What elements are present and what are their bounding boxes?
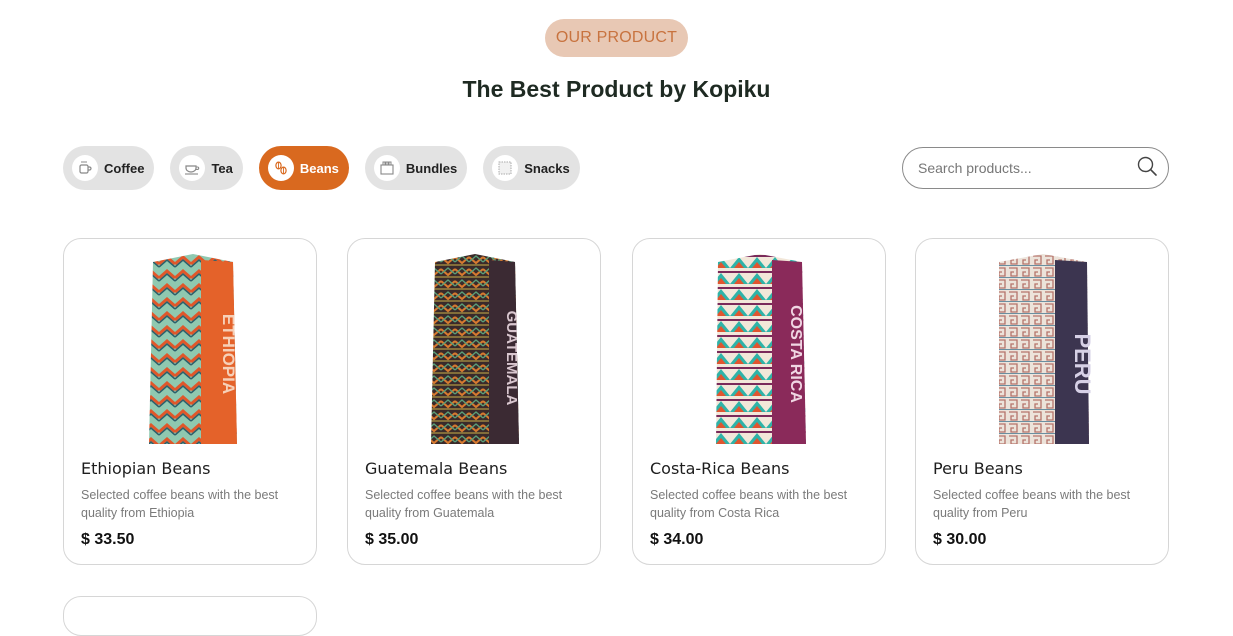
filter-tea[interactable]: Tea [170,146,243,190]
product-name[interactable]: Guatemala Beans [365,459,507,478]
product-card-next-row[interactable] [63,596,317,636]
product-card[interactable]: GUATEMALA Guatemala Beans Selected coffe… [347,238,601,565]
section-badge: OUR PRODUCT [545,19,688,57]
filter-beans-label: Beans [299,160,339,176]
filter-tea-label: Tea [211,160,233,176]
filter-bundles[interactable]: Bundles [364,146,468,190]
product-image-peru: PERU [999,254,1091,444]
bundle-box-icon [373,155,400,181]
category-filters: Coffee Tea Beans Bundles Snacks [63,146,580,190]
search-icon[interactable] [1136,155,1158,182]
bag-label: GUATEMALA [503,311,520,406]
filter-snacks[interactable]: Snacks [483,146,580,190]
filter-coffee[interactable]: Coffee [63,146,155,190]
product-name[interactable]: Ethiopian Beans [81,459,211,478]
product-image-guatemala: GUATEMALA [431,254,520,444]
page-title: The Best Product by Kopiku [462,76,771,102]
filter-bundles-label: Bundles [405,160,458,176]
filter-snacks-label: Snacks [524,160,570,176]
bag-label: PERU [1070,333,1091,394]
product-price: $ 34.00 [650,531,704,548]
product-image-costa-rica: COSTA RICA [716,254,806,444]
product-description: Selected coffee beans with the best qual… [365,488,563,520]
product-card[interactable]: COSTA RICA Costa-Rica Beans Selected cof… [632,238,886,565]
product-price: $ 30.00 [933,531,987,548]
product-card[interactable]: PERU Peru Beans Selected coffee beans wi… [915,238,1169,565]
coffee-cup-icon [72,155,98,181]
beans-icon [267,155,294,181]
search-input[interactable] [916,159,1136,177]
filter-beans[interactable]: Beans [258,146,349,190]
product-name[interactable]: Peru Beans [933,459,1023,478]
product-price: $ 33.50 [81,531,135,548]
product-description: Selected coffee beans with the best qual… [933,488,1131,520]
product-price: $ 35.00 [365,531,419,548]
teacup-icon [179,155,206,181]
filter-coffee-label: Coffee [104,160,145,176]
product-image-ethiopia: ETHIOPIA [149,254,238,444]
product-description: Selected coffee beans with the best qual… [81,488,279,520]
search-box[interactable] [902,147,1169,189]
snack-icon [492,155,519,181]
product-name[interactable]: Costa-Rica Beans [650,459,790,478]
bag-label: COSTA RICA [787,305,804,403]
product-card[interactable]: ETHIOPIA Ethiopian Beans Selected coffee… [63,238,317,565]
product-description: Selected coffee beans with the best qual… [650,488,848,520]
bag-label: ETHIOPIA [219,314,238,394]
